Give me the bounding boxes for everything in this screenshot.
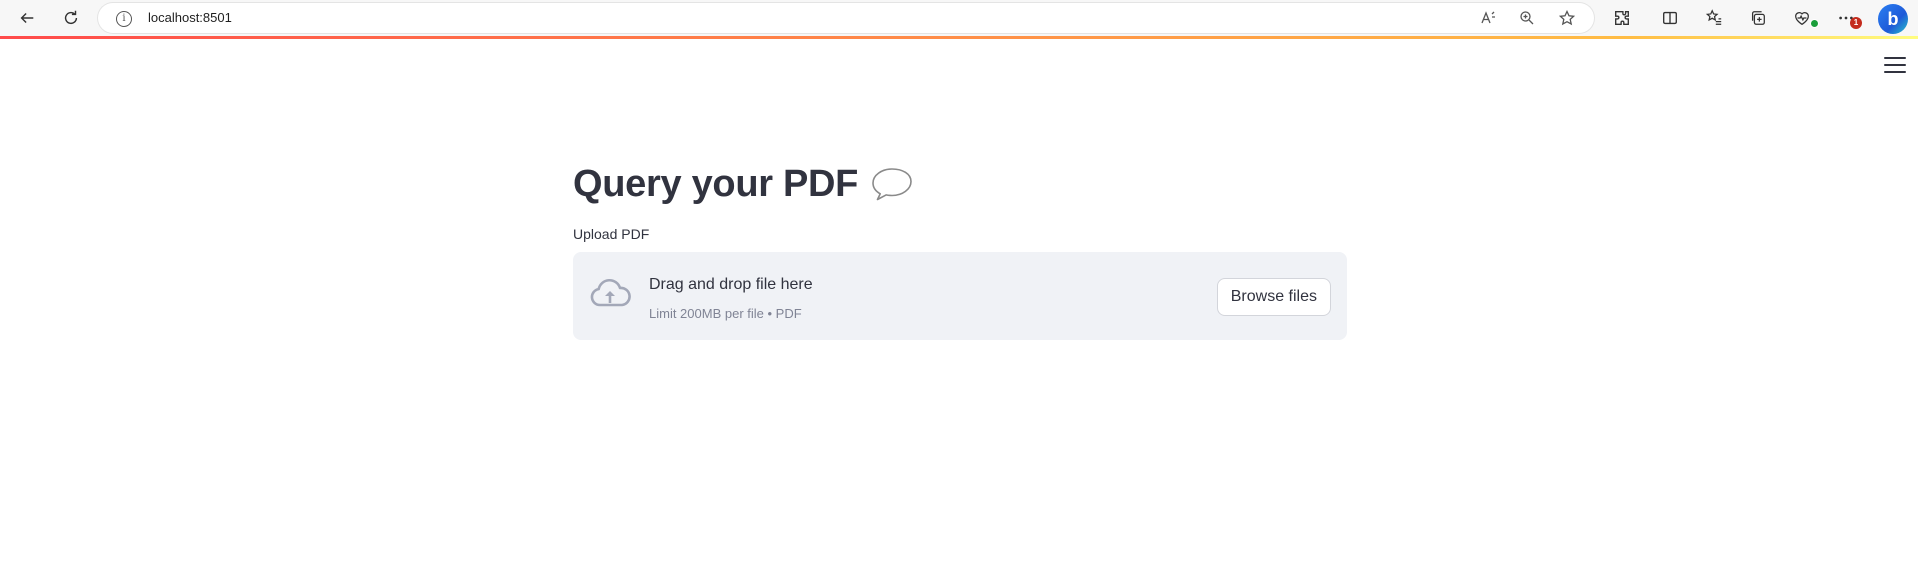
url-text: localhost:8501 — [148, 10, 232, 25]
favorite-star-icon[interactable] — [1558, 9, 1576, 27]
drop-instructions: Drag and drop file here — [649, 276, 813, 293]
back-arrow-icon[interactable] — [13, 6, 41, 30]
zoom-icon[interactable] — [1518, 9, 1536, 27]
info-icon[interactable]: i — [116, 11, 132, 27]
read-aloud-icon[interactable] — [1479, 9, 1497, 27]
file-dropzone[interactable]: Drag and drop file here Limit 200MB per … — [573, 252, 1347, 340]
speech-bubble-icon — [872, 168, 912, 201]
main-content: Query your PDF Upload PDF Drag and drop … — [573, 150, 1347, 340]
collections-icon[interactable] — [1744, 6, 1772, 30]
status-dot — [1810, 19, 1819, 28]
uploader-label: Upload PDF — [573, 226, 650, 242]
notification-badge: 1 — [1850, 17, 1862, 29]
address-bar[interactable]: i localhost:8501 — [98, 3, 1594, 33]
bing-copilot-icon[interactable]: b — [1878, 4, 1908, 34]
title-row: Query your PDF — [573, 150, 1347, 218]
split-screen-icon[interactable] — [1656, 6, 1684, 30]
file-limit-text: Limit 200MB per file • PDF — [649, 306, 802, 321]
extensions-icon[interactable] — [1608, 6, 1636, 30]
browse-files-button[interactable]: Browse files — [1216, 278, 1331, 316]
refresh-icon[interactable] — [57, 6, 85, 30]
header-decoration-bar — [0, 36, 1918, 39]
favorites-icon[interactable] — [1700, 6, 1728, 30]
browser-toolbar: i localhost:8501 1 b — [0, 0, 1918, 36]
page-title: Query your PDF — [573, 162, 859, 205]
hamburger-menu-icon[interactable] — [1884, 56, 1906, 74]
cloud-upload-icon — [590, 278, 631, 307]
